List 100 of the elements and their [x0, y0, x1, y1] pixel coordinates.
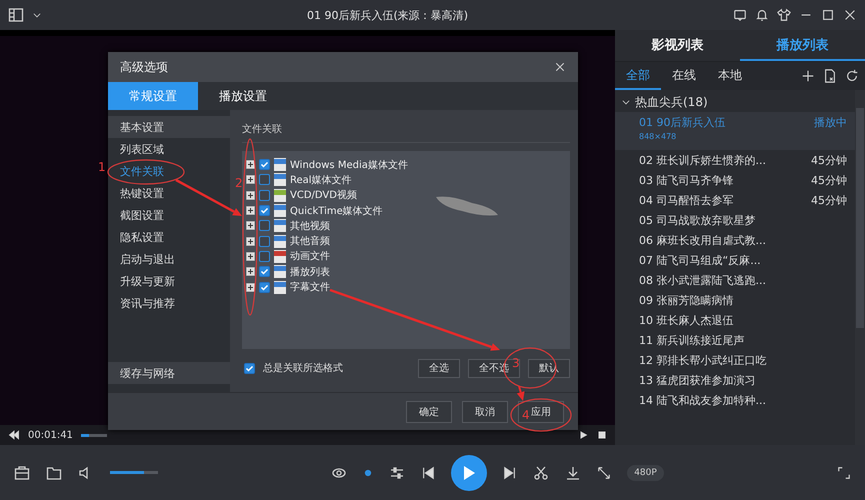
sidebar-item[interactable]: 热键设置: [108, 182, 230, 204]
rewind-icon[interactable]: [8, 429, 20, 441]
playlist-item[interactable]: 08 张小武泄露陆飞逃跑...: [615, 270, 855, 290]
file-type-label: 其他视频: [290, 220, 330, 233]
shirt-icon[interactable]: [777, 8, 791, 22]
file-type-label: Real媒体文件: [290, 174, 352, 187]
file-type-label: QuickTime媒体文件: [290, 204, 383, 218]
time-label: 00:01:41: [28, 430, 73, 440]
maximize-icon[interactable]: [821, 8, 835, 22]
sidebar-item[interactable]: 升级与更新: [108, 270, 230, 292]
play-button[interactable]: [451, 454, 488, 490]
next-icon[interactable]: [503, 466, 518, 480]
playlist-item[interactable]: 11 新兵训练接近尾声: [615, 330, 855, 350]
bell-icon[interactable]: [755, 8, 769, 22]
sidebar-item[interactable]: 隐私设置: [108, 226, 230, 248]
episode-title: 14 陆飞和战友参加特种...: [639, 392, 767, 408]
expand-icon[interactable]: [246, 236, 255, 246]
expand-icon[interactable]: [246, 175, 255, 184]
file-type-label: VCD/DVD视频: [290, 188, 357, 202]
checkbox[interactable]: [259, 174, 270, 186]
refresh-icon[interactable]: [845, 69, 859, 83]
sidebar-item[interactable]: 列表区域: [108, 138, 230, 160]
sidebar-item[interactable]: 资讯与推荐: [108, 292, 230, 314]
file-type-label: 字幕文件: [290, 280, 330, 294]
quality-badge[interactable]: 480P: [627, 464, 664, 480]
panel-tab[interactable]: 影视列表: [615, 30, 740, 61]
expand-icon[interactable]: [246, 160, 255, 170]
checkbox[interactable]: [259, 190, 270, 201]
expand-icon[interactable]: [246, 206, 255, 216]
expand-icon[interactable]: [246, 190, 255, 200]
select-button[interactable]: 全选: [418, 358, 460, 378]
episode-duration: 45分钟: [811, 172, 847, 188]
episode-duration: 45分钟: [811, 152, 847, 168]
expand-icon[interactable]: [246, 252, 255, 261]
scrollbar[interactable]: [855, 90, 865, 445]
forward-icon[interactable]: [579, 430, 589, 440]
checkbox[interactable]: [259, 250, 270, 262]
settings-tab[interactable]: 播放设置: [198, 82, 288, 110]
playlist-item[interactable]: 03 陆飞司马齐争锋 45分钟: [615, 170, 855, 190]
sidebar-item[interactable]: 缓存与网络: [108, 362, 230, 384]
dialog-button[interactable]: 取消: [462, 400, 508, 422]
episode-title: 03 陆飞司马齐争锋: [639, 172, 734, 188]
sidebar-item[interactable]: 截图设置: [108, 204, 230, 226]
previous-icon[interactable]: [421, 466, 436, 480]
playlist-item[interactable]: 10 班长麻人杰退伍: [615, 310, 855, 330]
checkbox[interactable]: [259, 282, 270, 293]
volume-slider[interactable]: [110, 471, 158, 474]
playlist-item[interactable]: 01 90后新兵入伍 播放中 848×478: [615, 112, 855, 150]
dialog-title: 高级选项: [120, 58, 169, 76]
checkbox-label: 总是关联所选格式: [263, 362, 344, 375]
filter-tab[interactable]: 本地: [707, 62, 753, 90]
chat-icon[interactable]: [733, 8, 747, 22]
download-icon[interactable]: [565, 464, 582, 480]
menu-icon[interactable]: [8, 7, 24, 23]
expand-icon[interactable]: [246, 267, 255, 276]
annotation-arrow: [175, 178, 242, 216]
playlist-item[interactable]: 05 司马战歌放弃歌星梦: [615, 210, 855, 230]
filter-tab[interactable]: 在线: [661, 62, 707, 90]
checkbox[interactable]: [259, 159, 270, 170]
checkbox[interactable]: [259, 205, 270, 216]
playlist-item[interactable]: 13 猛虎团获准参加演习: [615, 370, 855, 390]
annotation-number: 1: [98, 160, 106, 174]
playing-status: 播放中: [814, 114, 847, 130]
dot-icon[interactable]: [363, 468, 374, 478]
seek-slider[interactable]: [80, 434, 107, 436]
playlist-item[interactable]: 14 陆飞和战友参加特种...: [615, 390, 855, 410]
scrollbar-thumb[interactable]: [856, 108, 864, 328]
episode-title: 05 司马战歌放弃歌星梦: [639, 212, 756, 228]
group-label: 文件关联: [242, 122, 570, 143]
close-icon[interactable]: [554, 61, 566, 73]
folder-icon[interactable]: [46, 464, 62, 480]
fullscreen-icon[interactable]: [837, 466, 852, 480]
expand-icon[interactable]: [246, 282, 255, 292]
checkbox[interactable]: [244, 362, 255, 374]
playlist-item[interactable]: 09 张丽芳隐瞒病情: [615, 290, 855, 310]
close-icon[interactable]: [843, 8, 857, 22]
file-delete-icon[interactable]: [823, 69, 837, 83]
checkbox[interactable]: [259, 220, 270, 232]
sidebar-item[interactable]: 基本设置: [108, 116, 230, 138]
sidebar-item[interactable]: 文件关联: [108, 160, 230, 182]
episode-title: 06 麻班长改用自虐式教...: [639, 232, 767, 248]
annotation-number: 3: [512, 356, 520, 370]
playlist-item[interactable]: 04 司马醒悟去参军 45分钟: [615, 190, 855, 210]
sidebar-item[interactable]: 启动与退出: [108, 248, 230, 270]
playlist-item[interactable]: 02 班长训斥娇生惯养的... 45分钟: [615, 150, 855, 170]
playlist-item[interactable]: 07 陆飞司马组成“反麻...: [615, 250, 855, 270]
play-icon: [462, 464, 476, 480]
stop-icon[interactable]: [597, 430, 607, 440]
checkbox[interactable]: [259, 236, 270, 247]
expand-icon[interactable]: [246, 221, 255, 230]
dialog-button[interactable]: 确定: [406, 400, 452, 422]
sliders-icon[interactable]: [389, 464, 406, 480]
toolbox-icon[interactable]: [14, 464, 30, 480]
episode-title: 02 班长训斥娇生惯养的...: [639, 152, 767, 168]
scissors-icon[interactable]: [533, 464, 550, 480]
checkbox[interactable]: [259, 266, 270, 278]
filter-tab[interactable]: 全部: [615, 62, 661, 90]
playlist-item[interactable]: 12 郭排长帮小武纠正口吃: [615, 350, 855, 370]
plus-icon[interactable]: [801, 69, 815, 83]
playlist-item[interactable]: 06 麻班长改用自虐式教...: [615, 230, 855, 250]
